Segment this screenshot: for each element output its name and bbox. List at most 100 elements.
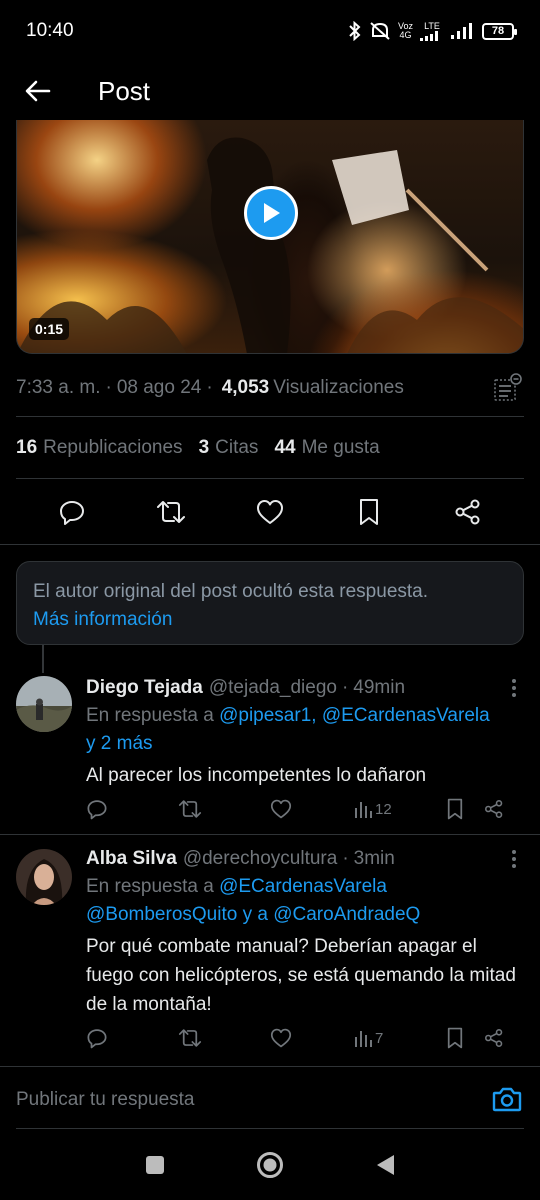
replying-joiner: y a — [242, 904, 268, 925]
post-video[interactable]: 0:15 — [16, 120, 524, 354]
reply-header: Alba Silva @derechoycultura · 3min — [86, 845, 524, 873]
likes-stat[interactable]: 44 Me gusta — [274, 437, 379, 459]
bookmark-icon[interactable] — [446, 1027, 484, 1049]
battery-icon: 78 — [482, 22, 517, 40]
post-action-bar — [0, 486, 540, 538]
camera-icon[interactable] — [492, 1085, 522, 1113]
play-button[interactable] — [244, 186, 298, 240]
mute-icon — [369, 21, 391, 41]
reply-text: Al parecer los incompetentes lo dañaron — [86, 765, 427, 786]
views-count: 12 — [375, 800, 392, 818]
avatar[interactable] — [16, 849, 72, 905]
views-icon — [355, 802, 372, 818]
replying-to-link[interactable]: @pipesar1, @ECardenasVarela — [219, 705, 490, 726]
views-count: 7 — [375, 1029, 384, 1047]
4g-label: 4G — [399, 30, 412, 40]
reposts-label: Republicaciones — [43, 437, 183, 458]
composer-underline — [16, 1128, 524, 1129]
repost-icon[interactable] — [149, 490, 193, 534]
likes-label: Me gusta — [301, 437, 380, 458]
divider — [16, 416, 524, 417]
replying-to: En respuesta a @pipesar1, @ECardenasVare… — [86, 702, 524, 758]
like-icon[interactable] — [270, 1028, 354, 1048]
back-nav-icon[interactable] — [374, 1153, 396, 1177]
reply-composer: Publicar tu respuesta — [0, 1066, 540, 1130]
divider — [0, 544, 540, 545]
views-count: 4,053 — [221, 377, 270, 398]
like-icon[interactable] — [248, 490, 292, 534]
reply-icon[interactable] — [50, 490, 94, 534]
lte-indicator: LTE — [420, 20, 444, 41]
post-date: 08 ago 24 — [116, 377, 202, 398]
reply-icon[interactable] — [86, 798, 178, 820]
thread-connector — [42, 645, 44, 673]
views-stat[interactable]: 12 — [354, 800, 446, 818]
share-icon[interactable] — [484, 1028, 504, 1048]
signal-icon — [451, 23, 475, 39]
bluetooth-icon — [348, 21, 362, 41]
post-stats: 16 Republicaciones 3 Citas 44 Me gusta — [16, 432, 396, 464]
reposts-stat[interactable]: 16 Republicaciones — [16, 437, 183, 459]
hidden-reply-notice: El autor original del post ocultó esta r… — [16, 561, 524, 645]
meta-separator: · — [206, 377, 213, 398]
reply-author-handle[interactable]: @tejada_diego — [209, 677, 337, 699]
reply-action-bar: 12 — [86, 794, 524, 824]
reply-time: 49min — [353, 677, 406, 698]
quotes-stat[interactable]: 3 Citas — [199, 437, 259, 459]
replying-to-link[interactable]: @CaroAndradeQ — [273, 904, 420, 925]
divider — [0, 834, 540, 835]
reply-author-name[interactable]: Alba Silva — [86, 848, 177, 870]
lte-label: LTE — [424, 20, 440, 31]
hidden-reply-text: El autor original del post ocultó esta r… — [33, 581, 429, 602]
reply-icon[interactable] — [86, 1027, 178, 1049]
more-options-icon[interactable] — [504, 678, 524, 698]
reply-text: Por qué combate manual? Deberían apagar … — [86, 936, 516, 1015]
meta-separator: · — [105, 377, 112, 398]
back-arrow-icon[interactable] — [18, 71, 58, 111]
replying-to-link[interactable]: @ECardenasVarela — [219, 876, 387, 897]
like-icon[interactable] — [270, 799, 354, 819]
more-info-link[interactable]: Más información — [33, 606, 507, 634]
repost-icon[interactable] — [178, 1027, 270, 1049]
bookmark-icon[interactable] — [347, 490, 391, 534]
reply-header: Diego Tejada @tejada_diego · 49min — [86, 674, 524, 702]
replying-to-link[interactable]: y 2 más — [86, 733, 153, 754]
reply-input[interactable]: Publicar tu respuesta — [16, 1089, 195, 1111]
share-icon[interactable] — [484, 799, 504, 819]
quotes-count: 3 — [198, 437, 210, 458]
replying-prefix: En respuesta a — [86, 876, 214, 897]
status-bar: 10:40 Voz 4G LTE 78 — [0, 0, 540, 62]
views-stat[interactable]: 7 — [354, 1029, 446, 1047]
reposts-count: 16 — [16, 437, 38, 458]
status-icons: Voz 4G LTE 78 — [348, 20, 517, 41]
views-icon — [355, 1031, 372, 1047]
system-nav-bar — [0, 1130, 540, 1200]
divider — [16, 478, 524, 479]
views-label: Visualizaciones — [273, 377, 404, 398]
more-options-icon[interactable] — [504, 849, 524, 869]
replying-to-link[interactable]: @BomberosQuito — [86, 904, 237, 925]
reply-author-name[interactable]: Diego Tejada — [86, 677, 203, 699]
avatar[interactable] — [16, 676, 72, 732]
video-duration: 0:15 — [29, 318, 70, 340]
home-icon[interactable] — [256, 1151, 284, 1179]
quotes-label: Citas — [215, 437, 259, 458]
meta-separator: · — [341, 677, 349, 698]
repost-icon[interactable] — [178, 798, 270, 820]
voice-network-indicator: Voz 4G — [398, 22, 413, 40]
reply-author-handle[interactable]: @derechoycultura — [183, 848, 337, 870]
replying-prefix: En respuesta a — [86, 705, 214, 726]
meta-separator: · — [342, 848, 349, 869]
top-bar: Post — [0, 62, 540, 120]
reply-time: 3min — [353, 848, 395, 869]
analytics-icon[interactable] — [492, 373, 522, 403]
post-time: 7:33 a. m. — [16, 377, 101, 398]
reply-action-bar: 7 — [86, 1023, 524, 1053]
post-meta: 7:33 a. m. · 08 ago 24 · 4,053 Visualiza… — [16, 372, 524, 404]
share-icon[interactable] — [446, 490, 490, 534]
status-time: 10:40 — [26, 20, 74, 41]
replying-to: En respuesta a @ECardenasVarela @Bombero… — [86, 873, 524, 929]
bookmark-icon[interactable] — [446, 798, 484, 820]
recents-icon[interactable] — [144, 1154, 166, 1176]
likes-count: 44 — [274, 437, 296, 458]
